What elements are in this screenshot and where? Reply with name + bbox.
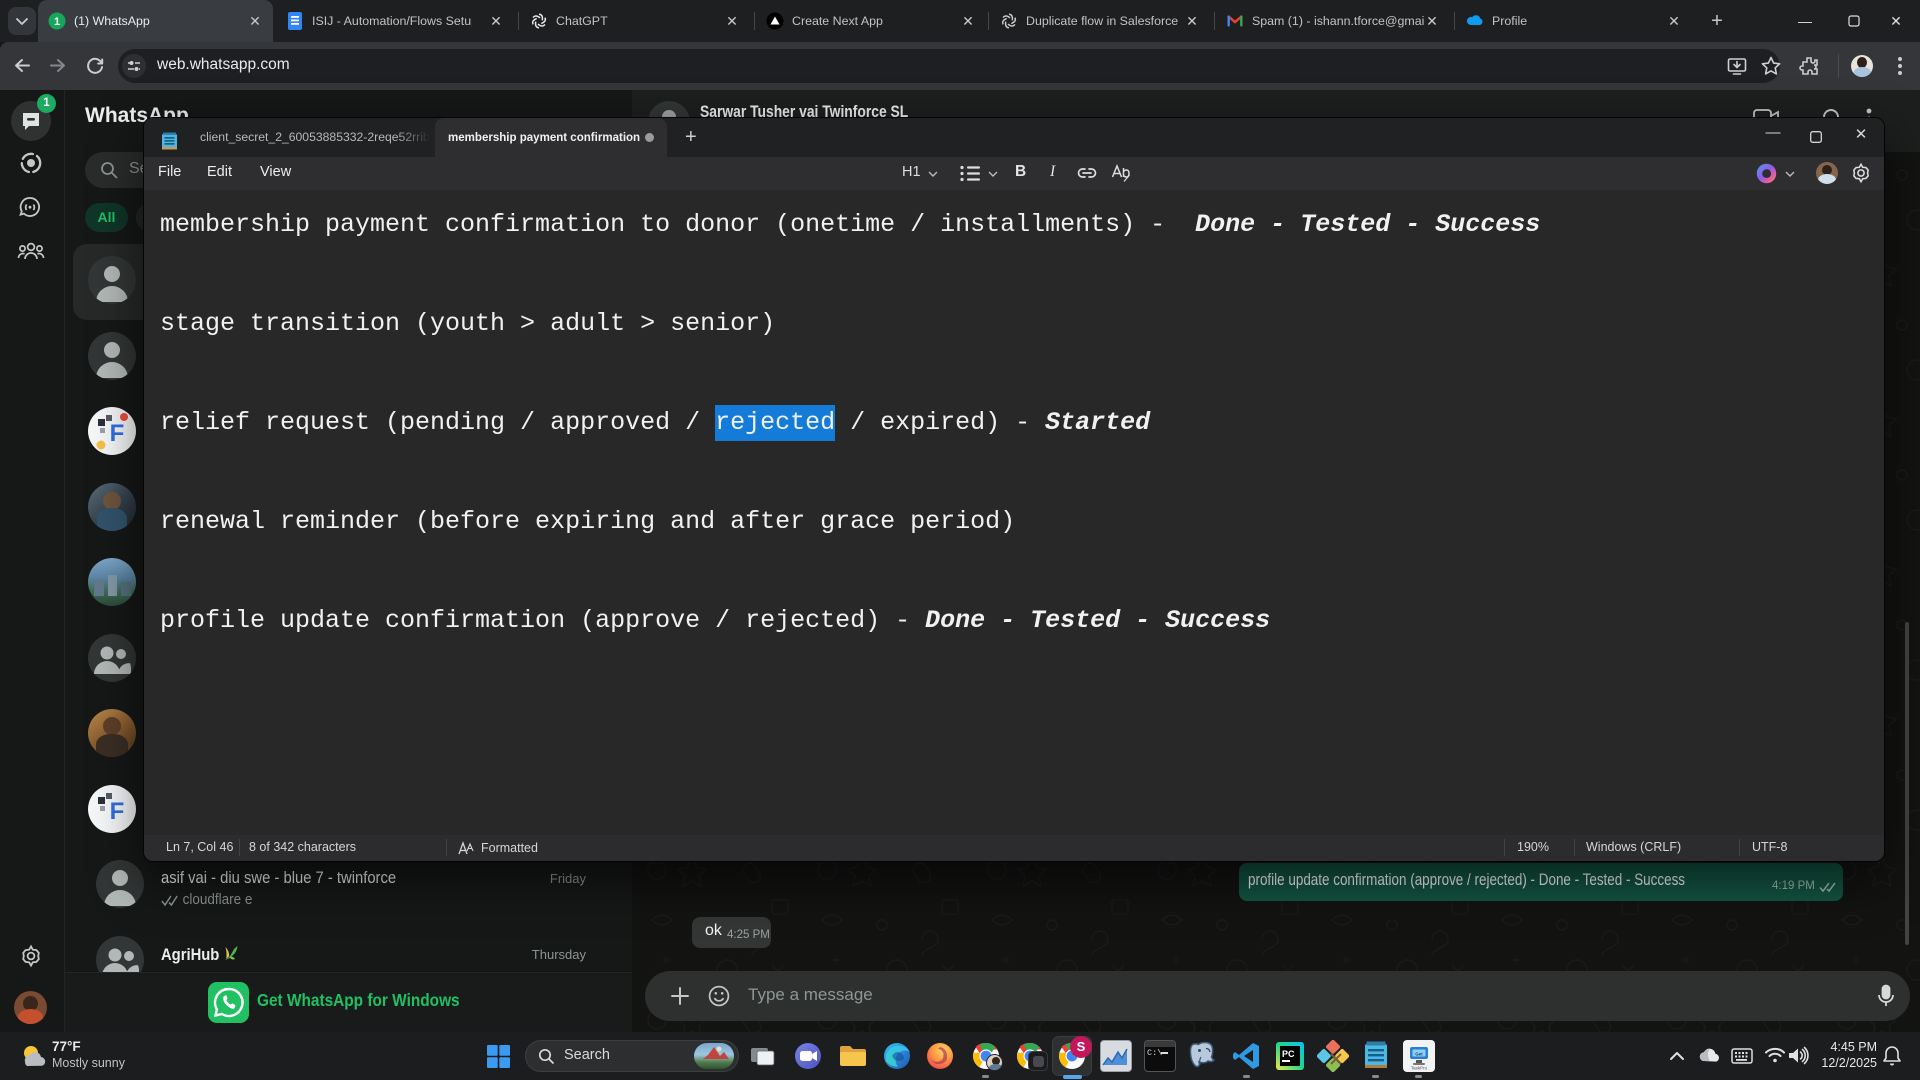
svg-text:F: F	[110, 420, 125, 447]
svg-text:PC: PC	[1282, 1049, 1295, 1059]
svg-text:F: F	[110, 798, 125, 825]
svg-text:TaskPro: TaskPro	[1411, 1066, 1428, 1071]
svg-text:1: 1	[54, 16, 60, 28]
svg-text:Get: Get	[1415, 1052, 1423, 1057]
